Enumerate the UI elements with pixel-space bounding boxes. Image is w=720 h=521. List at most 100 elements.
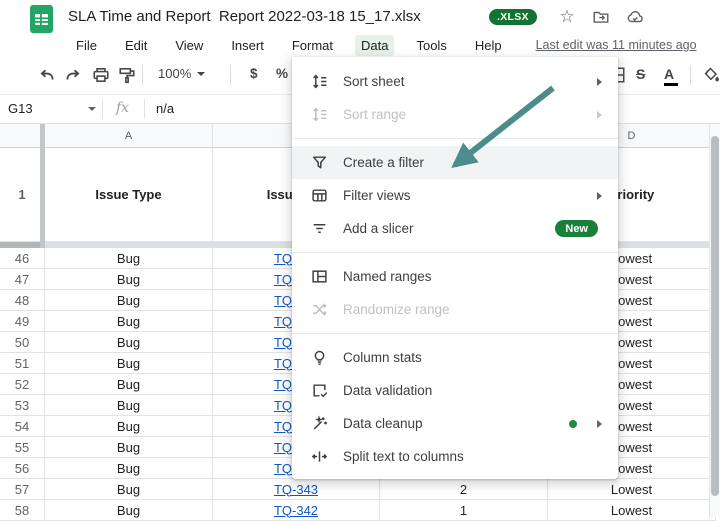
name-box[interactable]: G13: [8, 101, 33, 116]
row-number[interactable]: 51: [0, 353, 45, 374]
frozen-column-divider: [40, 124, 45, 248]
cell-issue-type[interactable]: Bug: [45, 290, 213, 311]
menu-item-add-a-slicer[interactable]: Add a slicer New: [292, 212, 618, 245]
menu-item-create-a-filter[interactable]: Create a filter: [292, 146, 618, 179]
name-box-dropdown-icon[interactable]: [88, 107, 96, 111]
menu-item-sort-sheet[interactable]: Sort sheet: [292, 65, 618, 98]
strikethrough-button[interactable]: S: [636, 66, 645, 82]
sort-icon: [310, 73, 328, 91]
table-icon: [310, 268, 328, 286]
column-header-a[interactable]: A: [45, 124, 213, 148]
star-icon[interactable]: ☆: [558, 8, 576, 26]
cell-col-c[interactable]: 2: [380, 479, 548, 500]
menu-item-split-text-to-columns[interactable]: Split text to columns: [292, 440, 618, 473]
cleanup-suggestion-dot: [569, 420, 577, 428]
row-number[interactable]: 48: [0, 290, 45, 311]
menu-item-label: Add a slicer: [343, 221, 414, 236]
cell-issue-type[interactable]: Bug: [45, 353, 213, 374]
row-number[interactable]: 58: [0, 500, 45, 521]
text-color-button[interactable]: A: [664, 66, 678, 86]
cell-issue-type[interactable]: Bug: [45, 458, 213, 479]
row-number[interactable]: 56: [0, 458, 45, 479]
slicer-icon: [310, 220, 328, 238]
cell-priority[interactable]: Lowest: [548, 479, 716, 500]
menu-item-label: Sort range: [343, 107, 406, 122]
fx-icon: fx: [116, 100, 129, 116]
cell-issue-type[interactable]: Bug: [45, 437, 213, 458]
fill-color-icon[interactable]: [702, 66, 720, 84]
cell-issue-type[interactable]: Bug: [45, 395, 213, 416]
wand-icon: [310, 415, 328, 433]
menu-item-filter-views[interactable]: Filter views: [292, 179, 618, 212]
formula-input[interactable]: n/a: [156, 101, 174, 116]
menubar-item-data[interactable]: Data: [355, 35, 394, 56]
cell-issue-type[interactable]: Bug: [45, 416, 213, 437]
menubar-item-file[interactable]: File: [70, 35, 103, 56]
move-folder-icon[interactable]: [592, 8, 610, 26]
menubar-item-tools[interactable]: Tools: [410, 35, 452, 56]
menu-item-data-cleanup[interactable]: Data cleanup: [292, 407, 618, 440]
row-number[interactable]: 50: [0, 332, 45, 353]
row-number[interactable]: 54: [0, 416, 45, 437]
currency-format-button[interactable]: $: [250, 66, 258, 81]
xlsx-badge: .XLSX: [489, 9, 537, 25]
row-number[interactable]: 49: [0, 311, 45, 332]
row-number[interactable]: 55: [0, 437, 45, 458]
row-number[interactable]: 52: [0, 374, 45, 395]
print-icon[interactable]: [92, 66, 110, 84]
undo-icon[interactable]: [38, 66, 56, 84]
last-edit-link[interactable]: Last edit was 11 minutes ago: [536, 38, 697, 52]
sheets-logo-icon[interactable]: [30, 5, 53, 33]
menu-item-label: Split text to columns: [343, 449, 464, 464]
menubar-item-help[interactable]: Help: [469, 35, 508, 56]
toolbar-divider: [230, 65, 231, 85]
menu-item-label: Randomize range: [343, 302, 450, 317]
document-title[interactable]: SLA Time and Report Report 2022-03-18 15…: [68, 8, 421, 25]
submenu-arrow-icon: [597, 111, 602, 119]
cell-issue-type[interactable]: Bug: [45, 374, 213, 395]
vertical-scrollbar[interactable]: [709, 124, 720, 517]
cell-issue-key[interactable]: TQ-343: [213, 479, 380, 500]
row-number[interactable]: 47: [0, 269, 45, 290]
cell-issue-type[interactable]: Bug: [45, 332, 213, 353]
menu-item-label: Create a filter: [343, 155, 424, 170]
cell-issue-key[interactable]: TQ-342: [213, 500, 380, 521]
chevron-down-icon: [197, 72, 205, 76]
menubar-item-format[interactable]: Format: [286, 35, 339, 56]
menubar-item-insert[interactable]: Insert: [225, 35, 270, 56]
menu-item-column-stats[interactable]: Column stats: [292, 341, 618, 374]
new-badge: New: [555, 220, 598, 237]
menu-item-label: Filter views: [343, 188, 411, 203]
scrollbar-thumb[interactable]: [711, 136, 719, 496]
select-all-corner[interactable]: [0, 124, 45, 148]
menubar-item-view[interactable]: View: [169, 35, 209, 56]
cell-issue-type[interactable]: Bug: [45, 500, 213, 521]
row-number[interactable]: 53: [0, 395, 45, 416]
row-number[interactable]: 57: [0, 479, 45, 500]
cell-header-issue-type[interactable]: Issue Type: [45, 148, 213, 242]
paint-format-icon[interactable]: [118, 66, 136, 84]
zoom-select[interactable]: 100%: [158, 66, 205, 81]
redo-icon[interactable]: [64, 66, 82, 84]
issue-link[interactable]: TQ-342: [274, 503, 318, 518]
cell-priority[interactable]: Lowest: [548, 500, 716, 521]
percent-format-button[interactable]: %: [276, 66, 288, 81]
cell-issue-type[interactable]: Bug: [45, 479, 213, 500]
bulb-icon: [310, 349, 328, 367]
menu-item-label: Sort sheet: [343, 74, 405, 89]
cloud-saved-icon[interactable]: [626, 8, 644, 26]
menu-divider: [292, 252, 618, 253]
cell-issue-type[interactable]: Bug: [45, 311, 213, 332]
issue-link[interactable]: TQ-343: [274, 482, 318, 497]
menu-item-randomize-range[interactable]: Randomize range: [292, 293, 618, 326]
cell-col-c[interactable]: 1: [380, 500, 548, 521]
menu-item-data-validation[interactable]: Data validation: [292, 374, 618, 407]
row-number[interactable]: 46: [0, 248, 45, 269]
cell-issue-type[interactable]: Bug: [45, 269, 213, 290]
titlebar: SLA Time and Report Report 2022-03-18 15…: [0, 0, 720, 33]
menu-item-named-ranges[interactable]: Named ranges: [292, 260, 618, 293]
menubar-item-edit[interactable]: Edit: [119, 35, 153, 56]
cell-issue-type[interactable]: Bug: [45, 248, 213, 269]
row-number[interactable]: 1: [0, 148, 45, 242]
menu-item-sort-range[interactable]: Sort range: [292, 98, 618, 131]
